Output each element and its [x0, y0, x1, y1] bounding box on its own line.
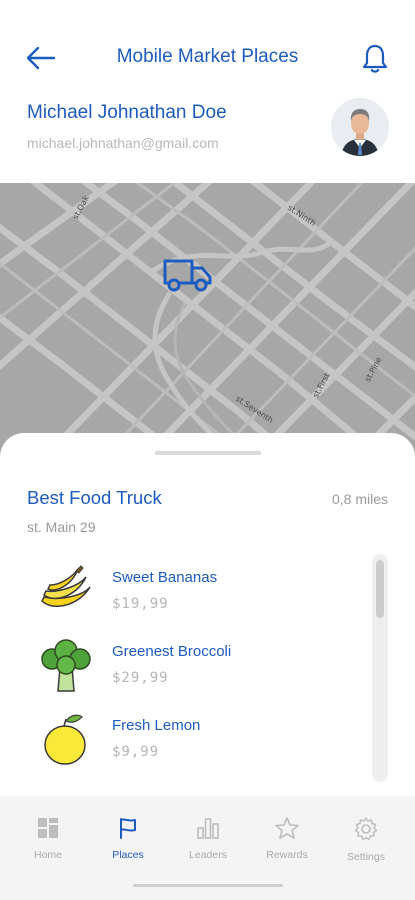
list-item[interactable]: Sweet Bananas $19,99 — [0, 551, 370, 621]
tab-label: Places — [112, 849, 144, 861]
list-item[interactable]: Greenest Broccoli $29,99 — [0, 625, 370, 695]
tab-leaders[interactable]: Leaders — [168, 816, 248, 878]
place-distance: 0,8 miles — [331, 491, 388, 507]
banana-icon — [38, 563, 96, 621]
notifications-button[interactable] — [360, 42, 390, 74]
product-list[interactable]: Sweet Bananas $19,99 Greenest Broccoli $… — [0, 551, 370, 796]
scrollbar[interactable] — [372, 554, 388, 782]
item-price: $9,99 — [112, 744, 160, 760]
lemon-icon — [38, 711, 96, 769]
bar-chart-icon — [197, 818, 219, 839]
grid-icon — [38, 818, 58, 838]
tab-label: Settings — [347, 851, 385, 863]
place-name: Best Food Truck — [27, 487, 162, 508]
food-truck-marker[interactable] — [162, 255, 214, 295]
list-item[interactable]: Fresh Lemon $9,99 — [0, 699, 370, 769]
page-title: Mobile Market Places — [116, 46, 299, 67]
home-indicator — [133, 884, 283, 887]
user-email: michael.johnathan@gmail.com — [27, 135, 219, 151]
tab-rewards[interactable]: Rewards — [247, 816, 327, 878]
item-name: Greenest Broccoli — [112, 643, 232, 660]
star-icon — [275, 817, 299, 839]
tab-home[interactable]: Home — [8, 816, 88, 878]
gear-icon — [354, 817, 378, 841]
tab-places[interactable]: Places — [88, 816, 168, 878]
item-price: $19,99 — [112, 596, 169, 612]
avatar[interactable] — [331, 98, 389, 156]
truck-icon — [163, 259, 212, 292]
scrollbar-thumb[interactable] — [376, 560, 384, 618]
broccoli-icon — [38, 637, 96, 695]
item-name: Fresh Lemon — [112, 717, 201, 734]
map-view[interactable]: st.Oak st.Ninth st.Pine st.First st.Seve… — [0, 183, 415, 473]
item-name: Sweet Bananas — [112, 569, 218, 586]
drag-handle[interactable] — [155, 451, 261, 455]
flag-icon — [120, 818, 136, 839]
user-name: Michael Johnathan Doe — [27, 102, 227, 123]
tab-settings[interactable]: Settings — [326, 816, 406, 878]
tab-label: Leaders — [189, 849, 227, 861]
place-address: st. Main 29 — [27, 519, 96, 535]
item-price: $29,99 — [112, 670, 169, 686]
bell-icon — [362, 44, 388, 73]
tab-label: Home — [33, 849, 62, 861]
tab-label: Rewards — [266, 849, 308, 861]
street-map — [0, 183, 415, 473]
user-photo — [331, 98, 389, 156]
